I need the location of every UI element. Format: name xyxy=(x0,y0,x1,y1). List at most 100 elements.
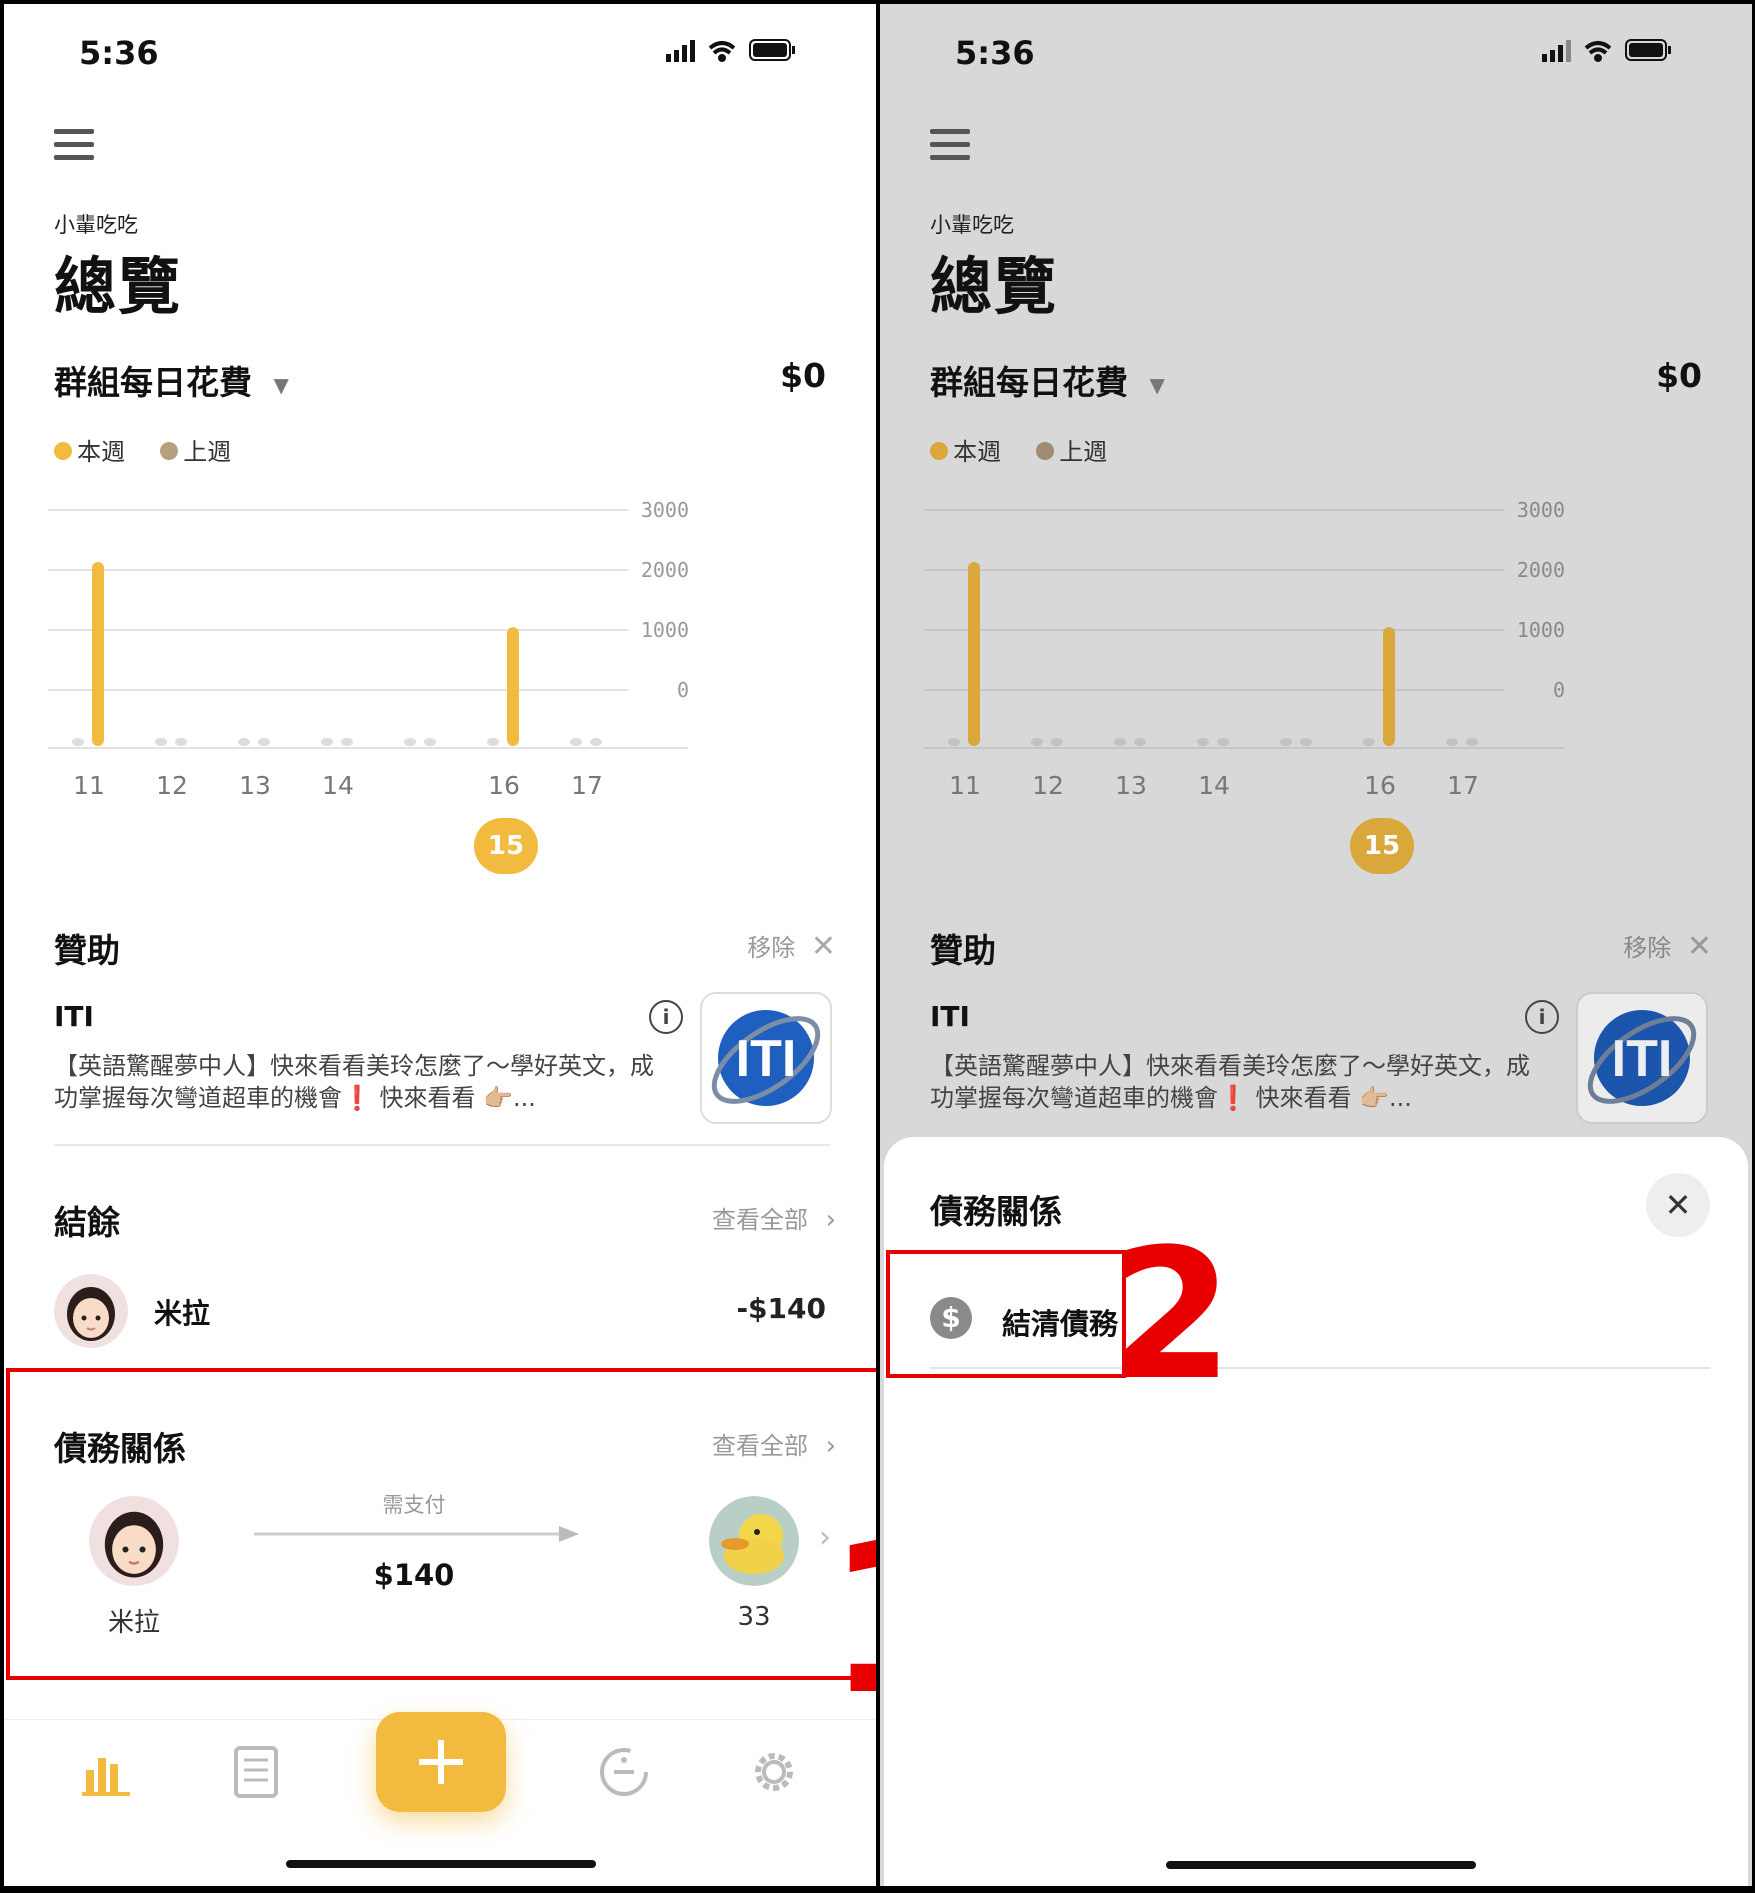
right-screen: 5:36 小輩吃吃 總覽 群組每日花費 ▼ $0 本週 上週 3000 2000 1… xyxy=(880,4,1752,1886)
sponsor-remove-button: 移除 ✕ xyxy=(1623,928,1712,964)
x-tick-label: 11 xyxy=(949,771,981,800)
status-time: 5:36 xyxy=(79,34,159,72)
legend-dot-this-week xyxy=(930,442,948,460)
divider xyxy=(54,1144,830,1146)
bar-this-week xyxy=(258,738,270,746)
sponsor-text[interactable]: 【英語驚醒夢中人】快來看看美玲怎麼了～學好英文，成功掌握每次彎道超車的機會❗ 快… xyxy=(54,1050,674,1114)
caret-down-icon: ▼ xyxy=(273,372,289,397)
daily-spending-selector: 群組每日花費 ▼ xyxy=(930,356,1165,404)
bar-this-week xyxy=(1051,738,1063,746)
x-tick-label: 16 xyxy=(488,771,520,800)
balance-person-name: 米拉 xyxy=(154,1297,211,1330)
battery-icon xyxy=(749,39,795,61)
close-icon: ✕ xyxy=(1664,1186,1692,1224)
remove-label: 移除 xyxy=(747,934,796,962)
status-icons xyxy=(666,36,796,70)
x-tick-label: 13 xyxy=(1115,771,1147,800)
daily-amount: $0 xyxy=(780,356,826,395)
x-tick-label: 12 xyxy=(1032,771,1064,800)
y-tick-label: 3000 xyxy=(1517,498,1565,522)
y-tick-label: 1000 xyxy=(1517,618,1565,642)
chevron-right-icon: › xyxy=(825,1205,836,1235)
iti-logo-icon: ITI xyxy=(1587,1010,1697,1106)
sponsor-text: 【英語驚醒夢中人】快來看看美玲怎麼了～學好英文，成功掌握每次彎道超車的機會❗ 快… xyxy=(930,1052,1530,1112)
sponsor-title: 贊助 xyxy=(930,931,996,970)
list-icon[interactable] xyxy=(234,1746,278,1798)
chart-legend: 本週 上週 xyxy=(930,432,1107,467)
chart-icon[interactable] xyxy=(82,1750,130,1798)
chart-legend: 本週 上週 xyxy=(54,432,231,467)
sponsor-logo: ITI xyxy=(1576,992,1708,1124)
y-tick-label: 1000 xyxy=(641,618,689,642)
annotation-number-1: 1 xyxy=(826,1514,876,1724)
close-icon: ✕ xyxy=(810,929,836,964)
battery-icon xyxy=(1625,39,1671,61)
sponsor-logo[interactable]: ITI xyxy=(700,992,832,1124)
left-screen: 5:36 小輩吃吃 總覽 群組每日花費 ▼ $0 本週 上週 3000 2000 1… xyxy=(4,4,876,1886)
home-indicator xyxy=(286,1860,596,1868)
legend-label-last-week: 上週 xyxy=(1059,438,1108,466)
sponsor-name: ITI xyxy=(54,1000,94,1033)
sheet-title: 債務關係 xyxy=(930,1192,1062,1231)
bar-this-week xyxy=(1466,738,1478,746)
bar-this-week xyxy=(1134,738,1146,746)
bar-last-week xyxy=(1031,738,1043,746)
x-tick-label: 16 xyxy=(1364,771,1396,800)
legend-label-this-week: 本週 xyxy=(953,438,1002,466)
selected-day-badge: 15 xyxy=(1350,818,1414,874)
page-title: 總覽 xyxy=(930,250,1059,323)
balance-view-all-link[interactable]: 查看全部 › xyxy=(712,1200,836,1235)
settings-icon[interactable] xyxy=(748,1746,800,1798)
bar-last-week xyxy=(238,738,250,746)
x-tick-label: 17 xyxy=(1447,771,1479,800)
bar-this-week xyxy=(341,738,353,746)
highlight-box-1 xyxy=(6,1368,876,1680)
daily-spending-title: 群組每日花費 xyxy=(54,363,252,402)
balance-amount: -$140 xyxy=(736,1292,826,1325)
daily-amount: $0 xyxy=(1656,356,1702,395)
daily-spending-chart: 3000 2000 1000 0 11 12 13 14 16 17 xyxy=(48,498,689,800)
info-icon[interactable]: i xyxy=(649,1000,683,1034)
daily-spending-selector[interactable]: 群組每日花費 ▼ xyxy=(54,356,289,404)
legend-label-this-week: 本週 xyxy=(77,438,126,466)
bar-this-week xyxy=(507,627,519,746)
bar-this-week xyxy=(968,562,980,746)
bar-last-week xyxy=(487,738,499,746)
sheet-close-button[interactable]: ✕ xyxy=(1646,1173,1710,1237)
group-name: 小輩吃吃 xyxy=(930,213,1014,237)
legend-dot-last-week xyxy=(160,442,179,460)
caret-down-icon: ▼ xyxy=(1149,372,1165,397)
balance-title: 結餘 xyxy=(54,1203,120,1242)
legend-dot-last-week xyxy=(1036,442,1055,460)
bar-last-week xyxy=(1280,738,1292,746)
wifi-icon xyxy=(708,41,736,62)
status-icons xyxy=(1542,36,1672,70)
bar-this-week xyxy=(175,738,187,746)
add-button[interactable] xyxy=(376,1712,506,1812)
iti-logo-icon: ITI xyxy=(711,1010,821,1106)
legend-dot-this-week xyxy=(54,442,72,460)
bar-last-week xyxy=(1363,738,1375,746)
y-tick-label: 0 xyxy=(1553,678,1565,702)
x-tick-label: 12 xyxy=(156,771,188,800)
x-tick-label: 14 xyxy=(322,771,354,800)
info-icon: i xyxy=(1525,1000,1559,1034)
x-tick-label: 11 xyxy=(73,771,105,800)
add-icon xyxy=(419,1740,463,1784)
selected-day-badge[interactable]: 15 xyxy=(474,818,538,874)
bar-this-week xyxy=(1383,627,1395,746)
bar-this-week xyxy=(1300,738,1312,746)
y-tick-label: 3000 xyxy=(641,498,689,522)
menu-icon[interactable] xyxy=(54,129,94,168)
debt-icon[interactable] xyxy=(598,1746,650,1798)
view-all-label: 查看全部 xyxy=(711,1206,808,1234)
sponsor-remove-button[interactable]: 移除 ✕ xyxy=(747,928,836,964)
signal-icon xyxy=(666,40,695,62)
close-icon: ✕ xyxy=(1686,929,1712,964)
bar-this-week xyxy=(1217,738,1229,746)
bar-last-week xyxy=(570,738,582,746)
bar-this-week xyxy=(590,738,602,746)
bar-last-week xyxy=(948,738,960,746)
bar-last-week xyxy=(72,738,84,746)
bar-last-week xyxy=(1197,738,1209,746)
